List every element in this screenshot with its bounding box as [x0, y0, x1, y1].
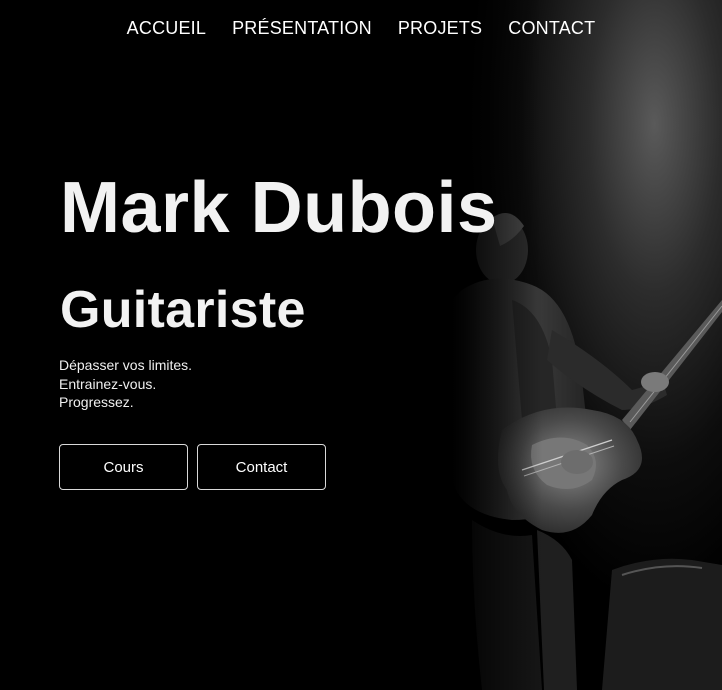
nav-link-projets[interactable]: PROJETS — [398, 18, 482, 39]
cours-button[interactable]: Cours — [59, 444, 188, 490]
tagline-line: Dépasser vos limites. — [59, 357, 193, 373]
main-nav: ACCUEIL PRÉSENTATION PROJETS CONTACT — [0, 18, 722, 39]
nav-link-accueil[interactable]: ACCUEIL — [127, 18, 206, 39]
guitarist-photo — [452, 0, 722, 690]
hero-name: Mark Dubois — [60, 168, 498, 248]
nav-links: ACCUEIL PRÉSENTATION PROJETS CONTACT — [114, 18, 609, 39]
tagline-line: Progressez. — [59, 394, 134, 410]
contact-button[interactable]: Contact — [197, 444, 326, 490]
landing-page: ACCUEIL PRÉSENTATION PROJETS CONTACT Mar… — [0, 0, 722, 690]
hero-role: Guitariste — [60, 281, 306, 339]
nav-link-presentation[interactable]: PRÉSENTATION — [232, 18, 372, 39]
hero-tagline: Dépasser vos limites. Entrainez-vous. Pr… — [59, 356, 192, 412]
nav-link-contact[interactable]: CONTACT — [508, 18, 595, 39]
tagline-line: Entrainez-vous. — [59, 375, 157, 392]
